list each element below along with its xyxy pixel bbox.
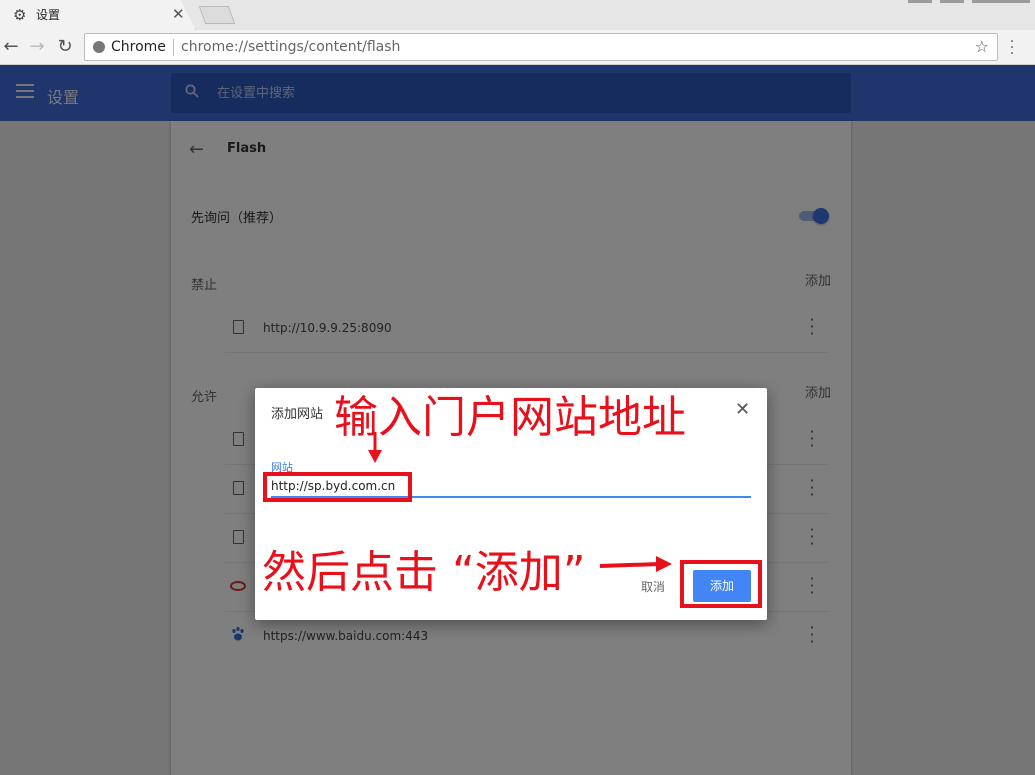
annotation-text-enter-url: 输入门户网站地址 — [334, 392, 686, 443]
minimize-button[interactable] — [908, 0, 932, 3]
annotation-text-click-add: 然后点击 “添加” — [262, 547, 586, 598]
tab-strip: ⚙ 设置 ✕ — [0, 0, 1035, 30]
bookmark-star-icon[interactable]: ☆ — [975, 37, 989, 56]
tab-close-icon[interactable]: ✕ — [172, 5, 185, 23]
forward-arrow-icon[interactable]: → — [26, 36, 48, 58]
tab-title: 设置 — [36, 8, 61, 22]
back-arrow-icon[interactable]: ← — [0, 36, 22, 58]
gear-icon: ⚙ — [13, 6, 27, 24]
maximize-button[interactable] — [940, 0, 964, 3]
browser-menu-icon[interactable]: · · · — [1008, 35, 1016, 61]
dialog-title: 添加网站 — [271, 407, 324, 422]
site-label: Chrome — [111, 39, 166, 55]
tab-settings[interactable]: ⚙ 设置 ✕ — [0, 0, 196, 30]
url-text[interactable]: chrome://settings/content/flash — [181, 39, 400, 55]
cancel-button[interactable]: 取消 — [641, 578, 665, 595]
reload-icon[interactable]: ↻ — [54, 36, 76, 58]
browser-toolbar: ← → ↻ Chrome chrome://settings/content/f… — [0, 30, 1035, 65]
window-close-button[interactable] — [972, 0, 1030, 3]
new-tab-button[interactable] — [198, 6, 236, 24]
close-icon[interactable]: ✕ — [735, 399, 750, 420]
annotation-highlight-field — [263, 472, 412, 502]
annotation-highlight-add-button — [680, 560, 762, 608]
address-bar[interactable]: Chrome chrome://settings/content/flash ☆ — [84, 33, 998, 61]
divider — [173, 39, 174, 56]
chrome-icon — [93, 41, 105, 53]
